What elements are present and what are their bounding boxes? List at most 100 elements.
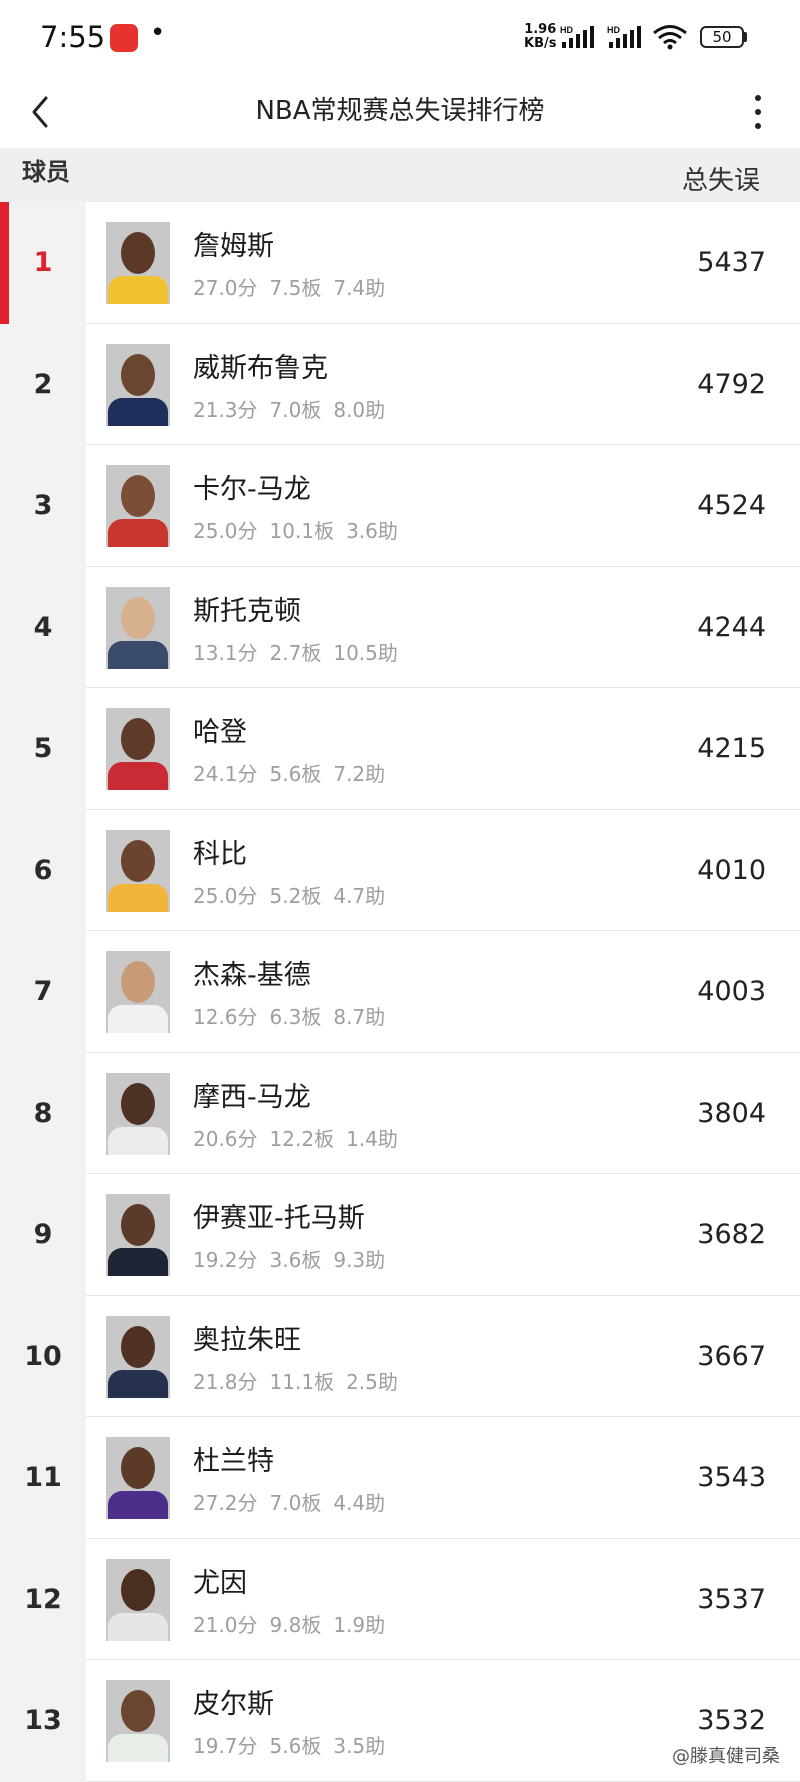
player-row[interactable]: 11 杜兰特 27.2分 7.0板 4.4助 3543	[0, 1417, 800, 1539]
avatar-jersey	[108, 519, 168, 547]
player-avatar[interactable]	[106, 1072, 170, 1155]
stat-rebounds: 5.6板	[269, 1734, 322, 1758]
row-body: 尤因 21.0分 9.8板 1.9助 3537	[86, 1539, 800, 1660]
stat-rebounds: 12.2板	[269, 1126, 335, 1151]
row-body: 哈登 24.1分 5.6板 7.2助 4215	[86, 688, 800, 810]
player-avatar[interactable]	[106, 708, 170, 790]
avatar-jersey	[108, 1248, 168, 1276]
stat-rebounds: 9.8板	[269, 1612, 322, 1637]
player-name[interactable]: 科比	[193, 832, 247, 871]
stat-rebounds: 6.3板	[269, 1005, 322, 1029]
player-avatar[interactable]	[106, 829, 170, 912]
player-name[interactable]: 詹姆斯	[193, 224, 274, 263]
player-row[interactable]: 3 卡尔-马龙 25.0分 10.1板 3.6助 4524	[0, 445, 800, 567]
rank-cell: 5	[0, 688, 86, 810]
row-body: 杜兰特 27.2分 7.0板 4.4助 3543	[86, 1417, 800, 1539]
row-body: 威斯布鲁克 21.3分 7.0板 8.0助 4792	[86, 324, 800, 445]
rank-cell: 13	[0, 1660, 86, 1782]
player-row[interactable]: 1 詹姆斯 27.0分 7.5板 7.4助 5437	[0, 202, 800, 324]
player-name[interactable]: 斯托克顿	[193, 589, 301, 628]
stat-assists: 3.6助	[346, 519, 398, 543]
rank-number: 13	[24, 1705, 62, 1736]
stat-assists: 2.5助	[346, 1369, 398, 1394]
total-turnovers: 3804	[697, 1097, 766, 1129]
player-row[interactable]: 4 斯托克顿 13.1分 2.7板 10.5助 4244	[0, 566, 800, 688]
avatar-head	[121, 1568, 155, 1611]
stat-assists: 8.7助	[333, 1005, 386, 1029]
row-body: 伊赛亚-托马斯 19.2分 3.6板 9.3助 3682	[86, 1174, 800, 1296]
row-body: 斯托克顿 13.1分 2.7板 10.5助 4244	[86, 567, 800, 688]
player-avatar[interactable]	[106, 343, 170, 426]
player-row[interactable]: 10 奥拉朱旺 21.8分 11.1板 2.5助 3667	[0, 1295, 800, 1417]
player-avatar[interactable]	[106, 222, 170, 304]
player-stats: 21.0分 9.8板 1.9助	[193, 1609, 397, 1638]
player-avatar[interactable]	[106, 1558, 170, 1641]
player-name[interactable]: 杜兰特	[193, 1439, 274, 1478]
avatar-jersey	[108, 640, 168, 669]
player-avatar[interactable]	[106, 1680, 170, 1762]
player-row[interactable]: 12 尤因 21.0分 9.8板 1.9助 3537	[0, 1538, 800, 1660]
player-name[interactable]: 哈登	[193, 710, 247, 749]
stat-rebounds: 7.0板	[269, 1491, 322, 1515]
row-body: 摩西-马龙 20.6分 12.2板 1.4助 3804	[86, 1053, 800, 1174]
avatar-jersey	[108, 1126, 168, 1155]
stat-points: 20.6分	[193, 1126, 258, 1151]
player-name[interactable]: 卡尔-马龙	[193, 467, 311, 506]
player-name[interactable]: 杰森-基德	[193, 953, 311, 992]
avatar-head	[121, 1325, 155, 1368]
player-row[interactable]: 8 摩西-马龙 20.6分 12.2板 1.4助 3804	[0, 1052, 800, 1174]
stat-assists: 4.7助	[333, 883, 386, 908]
rank-number: 8	[33, 1097, 53, 1129]
stat-points: 27.2分	[193, 1491, 258, 1515]
player-row[interactable]: 7 杰森-基德 12.6分 6.3板 8.7助 4003	[0, 931, 800, 1053]
avatar-head	[121, 1447, 155, 1489]
player-row[interactable]: 5 哈登 24.1分 5.6板 7.2助 4215	[0, 688, 800, 810]
watermark: @滕真健司桑	[672, 1746, 780, 1767]
player-name[interactable]: 伊赛亚-托马斯	[193, 1196, 365, 1235]
battery-tip	[744, 32, 747, 42]
stat-rebounds: 5.2板	[269, 883, 322, 908]
stat-assists: 9.3助	[333, 1248, 386, 1272]
rank-number: 11	[24, 1462, 62, 1493]
rank-number: 6	[33, 854, 53, 886]
player-avatar[interactable]	[106, 951, 170, 1033]
avatar-jersey	[108, 1612, 168, 1641]
battery-level: 50	[712, 28, 732, 46]
player-name[interactable]: 威斯布鲁克	[193, 346, 328, 385]
player-row[interactable]: 2 威斯布鲁克 21.3分 7.0板 8.0助 4792	[0, 323, 800, 445]
player-name[interactable]: 摩西-马龙	[193, 1075, 311, 1114]
player-name[interactable]: 尤因	[193, 1561, 247, 1600]
player-avatar[interactable]	[106, 1437, 170, 1519]
player-avatar[interactable]	[106, 586, 170, 669]
stat-points: 25.0分	[193, 883, 258, 908]
stat-assists: 10.5助	[333, 640, 398, 665]
player-row[interactable]: 6 科比 25.0分 5.2板 4.7助 4010	[0, 809, 800, 931]
stat-assists: 7.2助	[333, 762, 386, 786]
player-stats: 27.0分 7.5板 7.4助	[193, 272, 397, 301]
stat-points: 12.6分	[193, 1005, 258, 1029]
rank-number: 1	[33, 247, 53, 278]
rank-number: 4	[33, 611, 53, 643]
player-stats: 19.7分 5.6板 3.5助	[193, 1730, 397, 1759]
column-header-turnovers[interactable]: 总失误	[682, 160, 760, 197]
stat-points: 13.1分	[193, 640, 258, 665]
row-body: 奥拉朱旺 21.8分 11.1板 2.5助 3667	[86, 1296, 800, 1417]
player-stats: 12.6分 6.3板 8.7助	[193, 1001, 397, 1030]
avatar-head	[121, 718, 155, 760]
row-body: 科比 25.0分 5.2板 4.7助 4010	[86, 810, 800, 931]
player-avatar[interactable]	[106, 465, 170, 547]
player-avatar[interactable]	[106, 1315, 170, 1398]
stat-points: 19.2分	[193, 1248, 258, 1272]
player-avatar[interactable]	[106, 1194, 170, 1276]
status-time: 7:55	[40, 20, 106, 54]
network-speed: 1.96 KB/s	[524, 23, 556, 51]
player-row[interactable]: 9 伊赛亚-托马斯 19.2分 3.6板 9.3助 3682	[0, 1174, 800, 1296]
player-name[interactable]: 奥拉朱旺	[193, 1318, 301, 1357]
stat-rebounds: 5.6板	[269, 762, 322, 786]
total-turnovers: 4010	[697, 854, 766, 886]
player-name[interactable]: 皮尔斯	[193, 1682, 274, 1721]
rank-cell: 4	[0, 566, 86, 688]
more-vertical-icon[interactable]	[748, 86, 768, 138]
battery-icon: 50	[700, 26, 744, 48]
column-header-player: 球员	[22, 158, 70, 186]
